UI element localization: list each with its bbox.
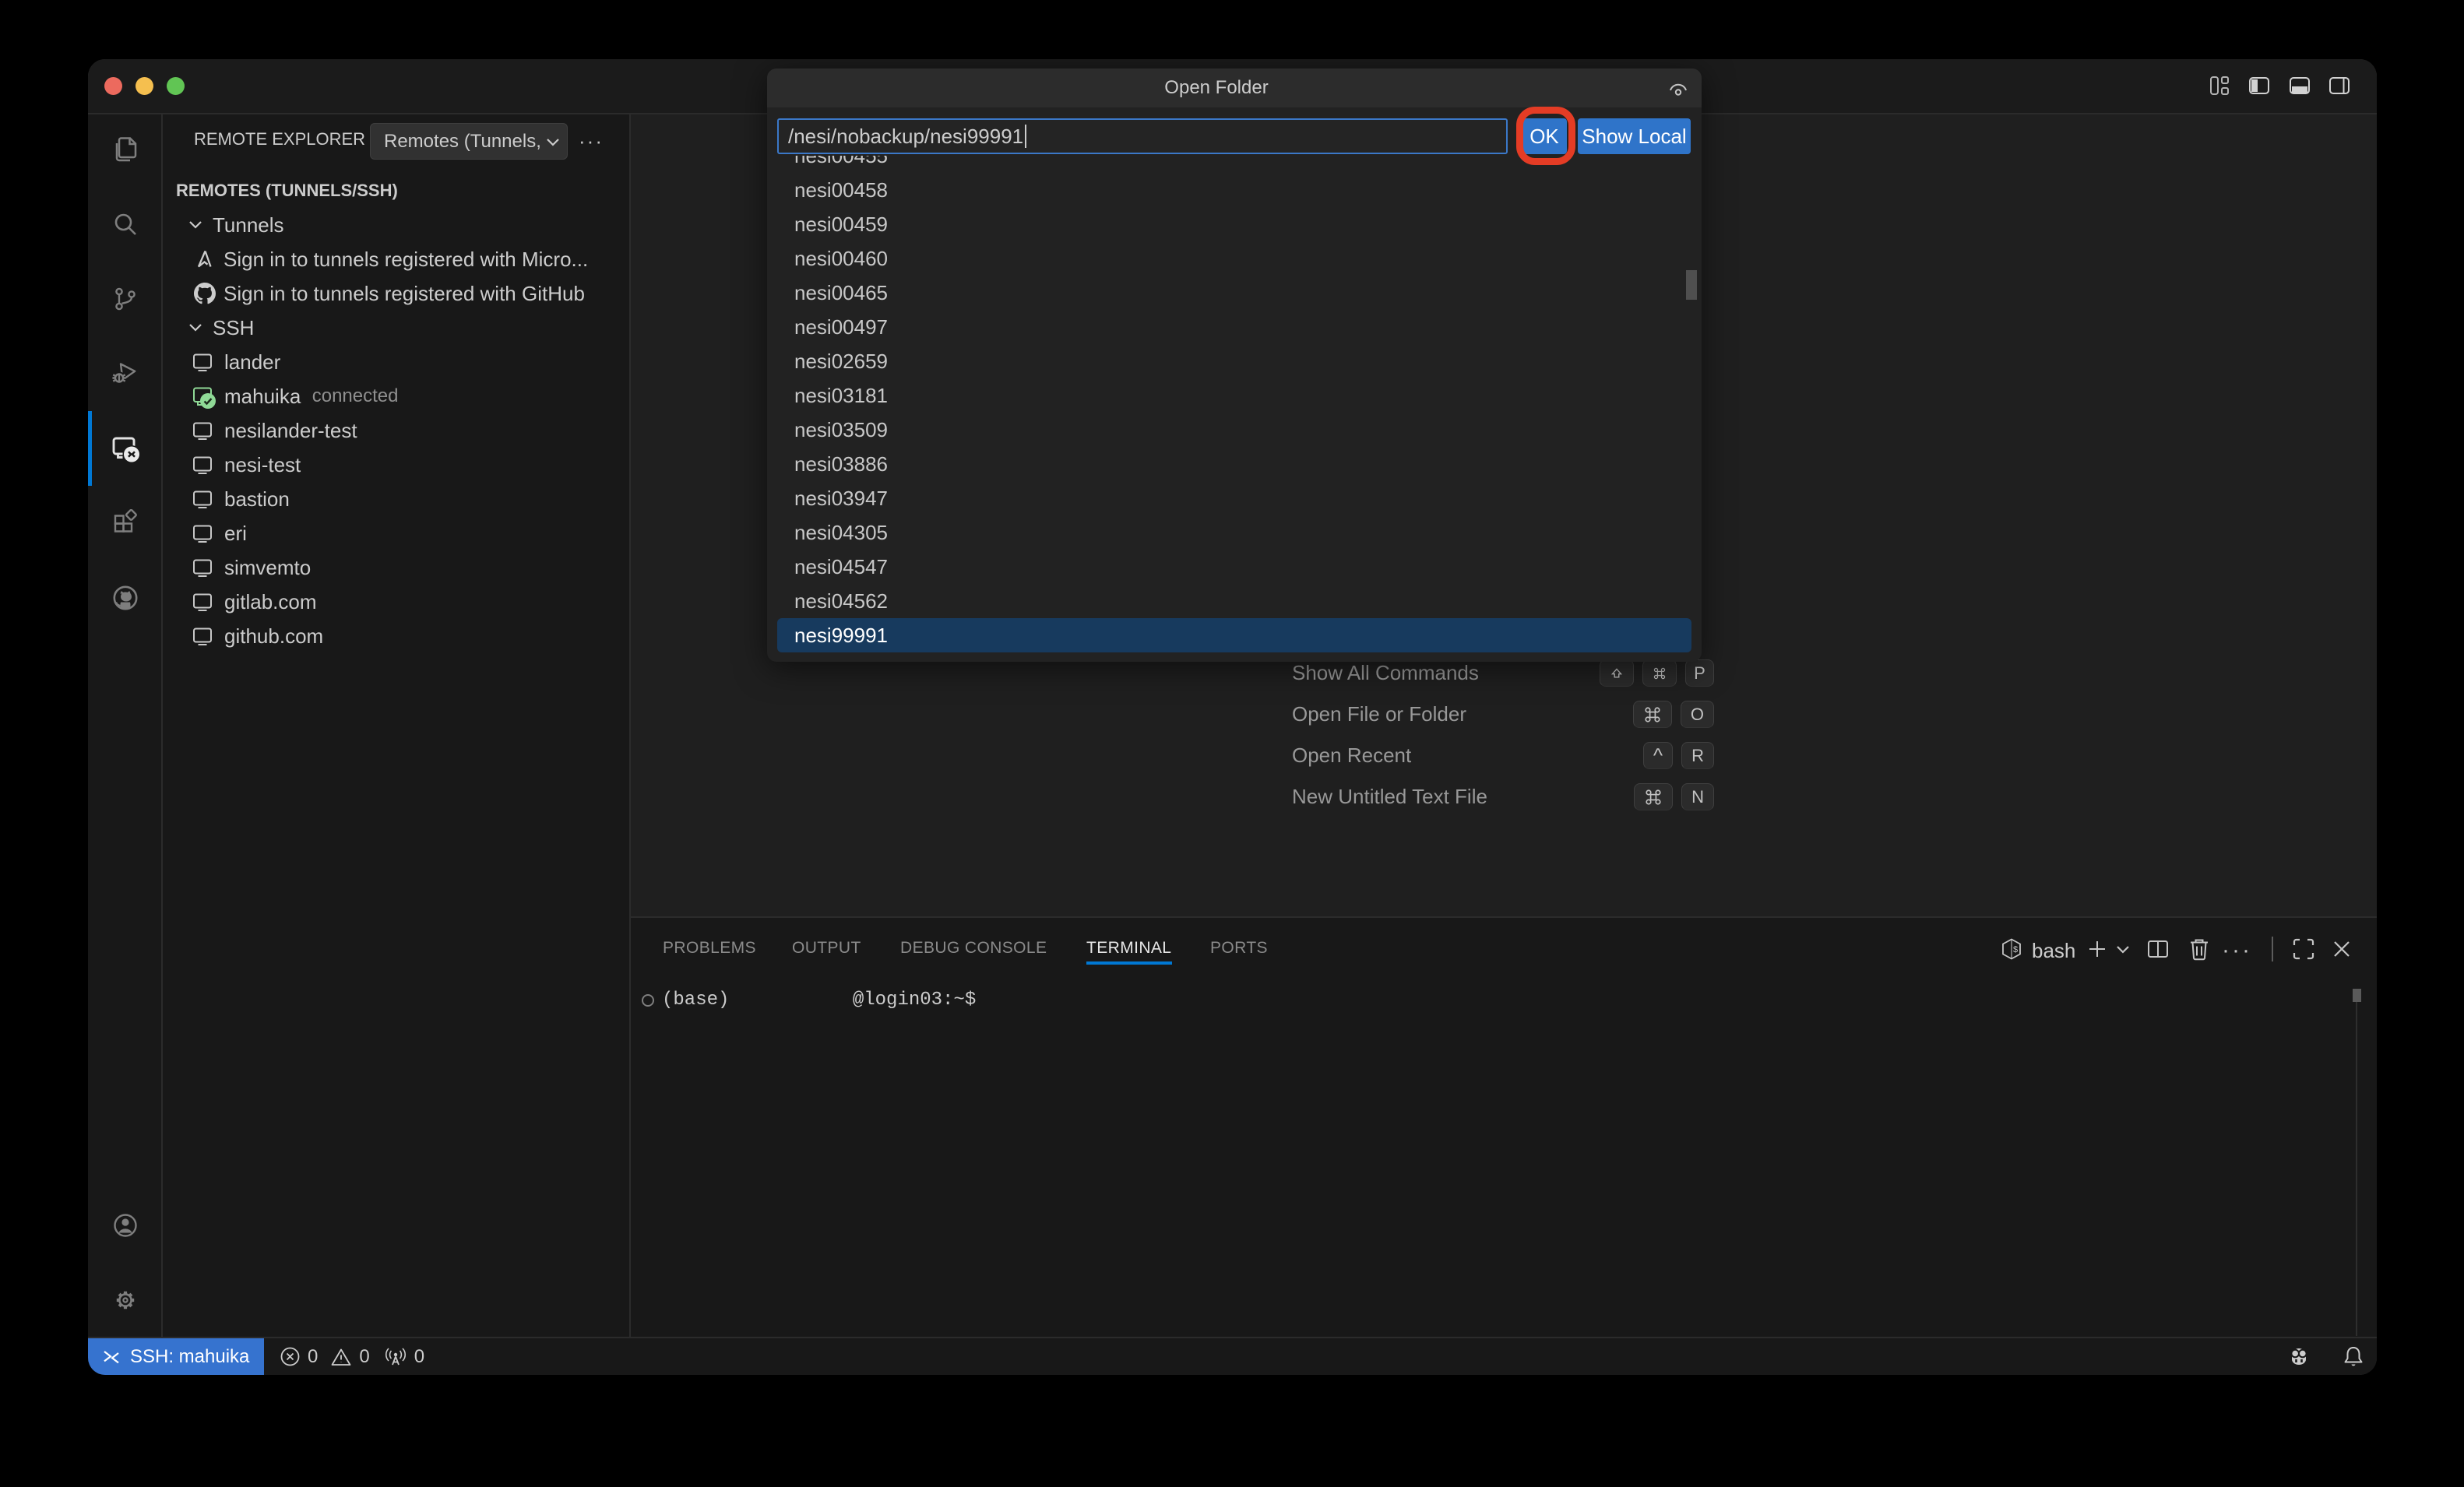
svg-text:$: $	[2013, 945, 2018, 954]
